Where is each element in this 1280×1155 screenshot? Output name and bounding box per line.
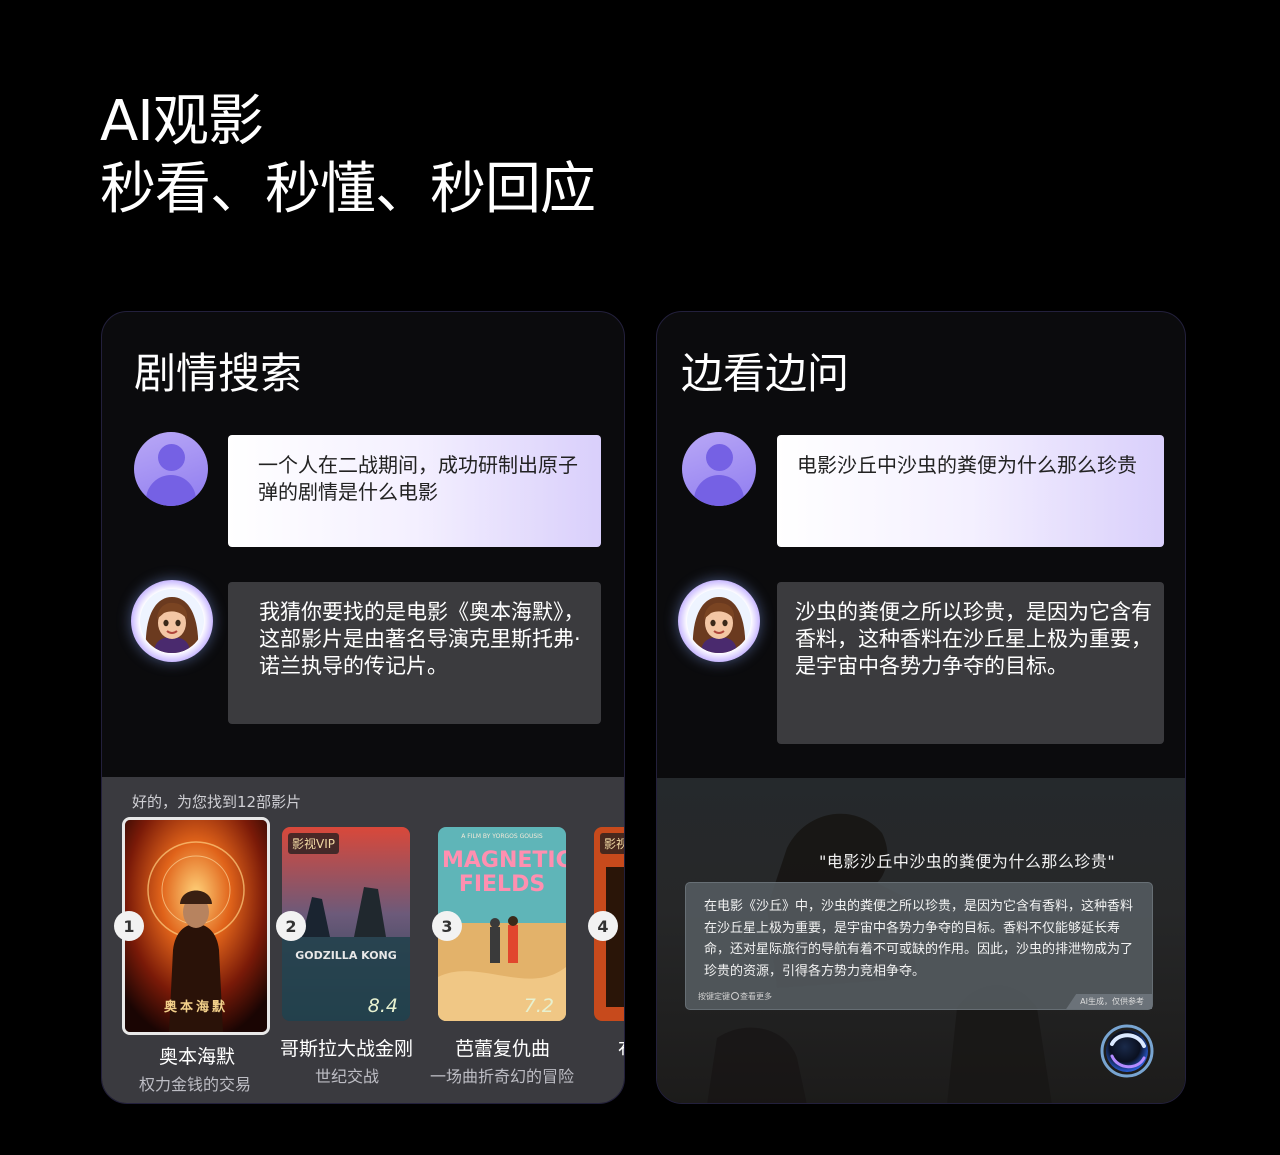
movie-tagline: 世纪交战 bbox=[315, 1067, 380, 1086]
rank-badge: 1 bbox=[114, 911, 144, 941]
poster-subtitle: A FILM BY YORGOS GOUSIS bbox=[461, 833, 543, 840]
ai-answer-card: 在电影《沙丘》中，沙虫的粪便之所以珍贵，是因为它含有香料，这种香料在沙丘星上极为… bbox=[685, 882, 1153, 1010]
vip-badge: 影视VIP bbox=[600, 833, 624, 854]
plot-search-panel: 剧情搜索 一个人在二战期间，成功研制出原子弹的剧情是什么电影 我猜你要找的是电影… bbox=[101, 311, 625, 1104]
ai-assistant-avatar bbox=[678, 580, 760, 662]
hint-suffix: 查看更多 bbox=[740, 992, 772, 1001]
ai-message-bubble: 我猜你要找的是电影《奥本海默》，这部影片是由著名导演克里斯托弗·诺兰执导的传记片… bbox=[228, 582, 601, 724]
user-avatar-icon bbox=[682, 432, 756, 506]
movie-title: 哥斯拉大战金刚 bbox=[280, 1038, 414, 1060]
movie-title: 芭蕾复仇曲 bbox=[455, 1038, 551, 1060]
movie-rating: 7.2 bbox=[523, 995, 554, 1017]
rank-badge: 4 bbox=[588, 911, 618, 941]
user-message-bubble: 一个人在二战期间，成功研制出原子弹的剧情是什么电影 bbox=[228, 435, 601, 547]
rank-badge: 2 bbox=[276, 911, 306, 941]
movie-scene-player[interactable]: "电影沙丘中沙虫的粪便为什么那么珍贵" 在电影《沙丘》中，沙虫的粪便之所以珍贵，… bbox=[657, 778, 1185, 1103]
ai-disclaimer: AI生成，仅供参考 bbox=[1066, 994, 1152, 1009]
movie-tagline: 权力金钱的交易 bbox=[139, 1075, 252, 1094]
poster-title: GODZILLA KONG bbox=[295, 949, 397, 962]
hero-headline: AI观影 秒看、秒懂、秒回应 bbox=[100, 88, 596, 224]
movie-tagline: 一场曲折奇幻的冒险 bbox=[430, 1067, 575, 1086]
user-avatar-icon bbox=[134, 432, 208, 506]
user-message-bubble: 电影沙丘中沙虫的粪便为什么那么珍贵 bbox=[777, 435, 1164, 547]
ai-assistant-avatar bbox=[131, 580, 213, 662]
user-message-text: 一个人在二战期间，成功研制出原子弹的剧情是什么电影 bbox=[258, 453, 578, 504]
ai-orb-icon[interactable] bbox=[1100, 1024, 1154, 1078]
movie-results: 好的，为您找到12部影片 奥本海默 1 奥本海默 权力金钱的交易 影视VIP G… bbox=[102, 777, 624, 1103]
user-message-text: 电影沙丘中沙虫的粪便为什么那么珍贵 bbox=[797, 453, 1137, 477]
answer-hint[interactable]: 按键定键 查看更多 bbox=[698, 991, 772, 1002]
movie-title: 布 bbox=[618, 1034, 624, 1061]
rank-badge: 3 bbox=[432, 911, 462, 941]
ai-answer-text: 在电影《沙丘》中，沙虫的粪便之所以珍贵，是因为它含有香料，这种香料在沙丘星上极为… bbox=[704, 899, 1134, 979]
movie-title: 奥本海默 bbox=[159, 1046, 236, 1068]
ai-message-bubble: 沙虫的粪便之所以珍贵，是因为它含有香料，这种香料在沙丘星上极为重要，是宇宙中各势… bbox=[777, 582, 1164, 744]
ok-button-icon bbox=[731, 992, 739, 1000]
poster-title: MAGNETIC FIELDS bbox=[442, 848, 566, 897]
results-caption: 好的，为您找到12部影片 bbox=[132, 793, 302, 811]
poster-title: 奥本海默 bbox=[163, 1000, 228, 1015]
hero-subtitle: 秒看、秒懂、秒回应 bbox=[100, 157, 596, 222]
movie-rating: 8.4 bbox=[367, 995, 398, 1017]
hero-title: AI观影 bbox=[100, 89, 264, 154]
hint-prefix: 按键定键 bbox=[698, 992, 730, 1001]
scene-question-text: "电影沙丘中沙虫的粪便为什么那么珍贵" bbox=[819, 852, 1116, 871]
ai-message-text: 沙虫的粪便之所以珍贵，是因为它含有香料，这种香料在沙丘星上极为重要，是宇宙中各势… bbox=[795, 600, 1152, 678]
panel-title: 剧情搜索 bbox=[134, 349, 303, 398]
panel-title: 边看边问 bbox=[681, 349, 850, 398]
movie-poster[interactable]: 奥本海默 bbox=[122, 817, 270, 1035]
watch-and-ask-panel: 边看边问 电影沙丘中沙虫的粪便为什么那么珍贵 沙虫的粪便之所以珍贵，是因为它含有… bbox=[656, 311, 1186, 1104]
vip-badge: 影视VIP bbox=[288, 833, 339, 854]
ai-message-text: 我猜你要找的是电影《奥本海默》，这部影片是由著名导演克里斯托弗·诺兰执导的传记片… bbox=[259, 600, 585, 678]
